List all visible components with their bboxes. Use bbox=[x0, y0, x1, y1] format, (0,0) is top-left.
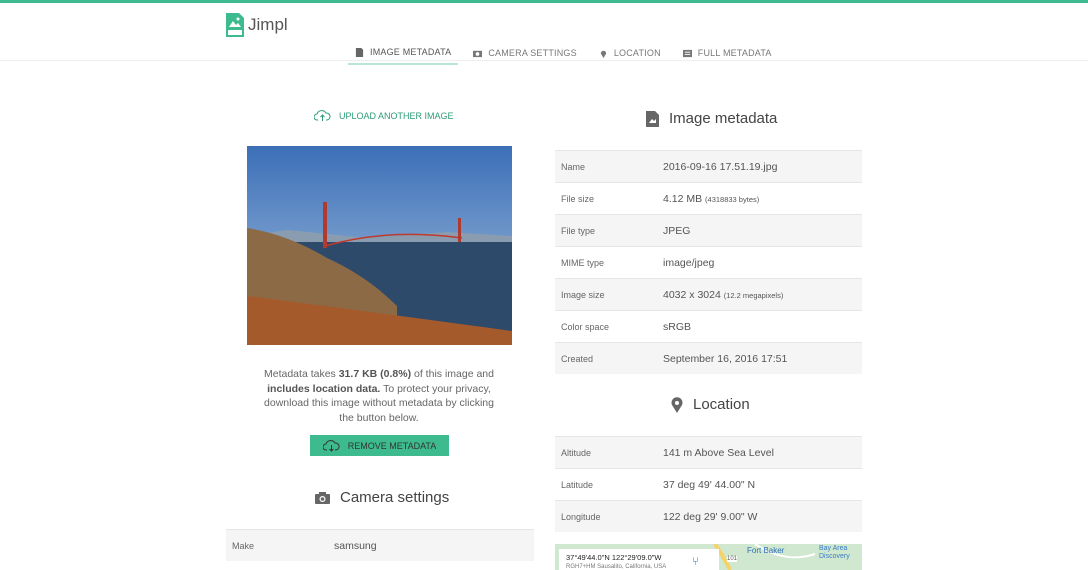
camera-settings-heading: Camera settings bbox=[315, 489, 449, 506]
tab-label: CAMERA SETTINGS bbox=[488, 48, 577, 58]
map-label: Fort Baker bbox=[747, 546, 785, 555]
table-row: File size 4.12 MB (4318833 bytes) bbox=[555, 182, 862, 214]
app-title: Jimpl bbox=[248, 15, 288, 34]
row-key: File type bbox=[561, 225, 596, 236]
file-image-icon bbox=[646, 110, 659, 127]
camera-settings-table: Make samsung bbox=[226, 529, 534, 561]
cloud-upload-icon bbox=[314, 110, 331, 121]
desc-text: of this image and bbox=[411, 368, 494, 380]
map-pin-icon bbox=[671, 396, 683, 413]
value-text: 2016-09-16 17.51.19.jpg bbox=[663, 160, 778, 173]
table-row: Name 2016-09-16 17.51.19.jpg bbox=[555, 150, 862, 182]
row-value: 122 deg 29' 9.00" W bbox=[663, 511, 757, 523]
heading-text: Camera settings bbox=[340, 489, 450, 506]
row-value: samsung bbox=[334, 539, 377, 552]
image-metadata-table: Name 2016-09-16 17.51.19.jpg File size 4.12… bbox=[555, 150, 862, 374]
tab-label: FULL METADATA bbox=[697, 48, 772, 58]
map-pin-icon bbox=[600, 50, 607, 58]
location-warning: includes location data. bbox=[267, 382, 381, 395]
table-row: Altitude 141 m Above Sea Level bbox=[555, 436, 862, 468]
row-key: MIME type bbox=[561, 257, 605, 268]
row-key: Name bbox=[561, 161, 586, 172]
table-row: File type JPEG bbox=[555, 214, 862, 246]
map-address: RGH7+HM Sausalito, California, USA bbox=[566, 564, 667, 570]
table-row: Created September 16, 2016 17:51 bbox=[555, 342, 862, 374]
row-value: September 16, 2016 17:51 bbox=[663, 353, 787, 365]
row-value: 2016-09-16 17.51.19.jpg bbox=[663, 161, 777, 173]
value-text: September 16, 2016 17:51 bbox=[663, 352, 788, 365]
tab-full-metadata[interactable]: FULL METADATA bbox=[676, 43, 779, 65]
row-key: File size bbox=[561, 193, 595, 204]
list-icon bbox=[682, 49, 692, 57]
tab-image-metadata[interactable]: IMAGE METADATA bbox=[348, 43, 459, 65]
camera-icon bbox=[473, 50, 483, 57]
remove-label: REMOVE METADATA bbox=[347, 440, 437, 451]
nav-tabs: IMAGE METADATA CAMERA SETTINGS LOCATION … bbox=[348, 43, 787, 65]
row-key: Longitude bbox=[561, 511, 601, 522]
row-value: sRGB bbox=[663, 321, 691, 333]
desc-text: Metadata takes bbox=[264, 368, 339, 380]
tab-label: IMAGE METADATA bbox=[370, 47, 452, 57]
row-value: image/jpeg bbox=[663, 257, 714, 269]
value-text: JPEG bbox=[663, 224, 691, 237]
camera-icon bbox=[315, 492, 330, 504]
value-note: (4318833 bytes) bbox=[705, 194, 760, 204]
map-label: 101 bbox=[727, 556, 738, 562]
header: Jimpl IMAGE METADATA CAMERA SETTINGS LOC… bbox=[0, 3, 1088, 65]
location-heading: Location bbox=[671, 396, 750, 413]
value-text: 37 deg 49' 44.00" N bbox=[663, 478, 756, 491]
row-key: Altitude bbox=[561, 447, 592, 458]
tab-label: LOCATION bbox=[613, 48, 661, 58]
logo-icon bbox=[226, 13, 244, 37]
map-label: Bay Area Discovery bbox=[819, 545, 850, 560]
upload-label: UPLOAD ANOTHER IMAGE bbox=[339, 110, 454, 121]
row-key: Color space bbox=[561, 321, 610, 332]
value-note: (12.2 megapixels) bbox=[723, 290, 784, 300]
directions-icon[interactable]: ⑂ bbox=[692, 554, 699, 568]
table-row: Latitude 37 deg 49' 44.00" N bbox=[555, 468, 862, 500]
file-icon bbox=[355, 47, 364, 57]
table-row: Make samsung bbox=[226, 529, 534, 561]
location-map[interactable]: Fort Baker Bay Area Discovery 101 37°49'… bbox=[555, 544, 862, 570]
value-text: sRGB bbox=[663, 320, 692, 333]
value-text: image/jpeg bbox=[663, 256, 715, 269]
value-text: 4.12 MB bbox=[663, 192, 703, 205]
heading-text: Image metadata bbox=[669, 110, 778, 127]
row-value: 37 deg 49' 44.00" N bbox=[663, 479, 755, 491]
value-text: 4032 x 3024 bbox=[663, 288, 721, 301]
metadata-description: Metadata takes 31.7 KB (0.8%) of this im… bbox=[262, 367, 496, 425]
remove-metadata-button[interactable]: REMOVE METADATA bbox=[310, 435, 449, 456]
row-key: Make bbox=[232, 540, 255, 551]
map-coords: 37°49'44.0"N 122°29'09.0"W bbox=[566, 553, 662, 562]
table-row: Longitude 122 deg 29' 9.00" W bbox=[555, 500, 862, 532]
uploaded-photo bbox=[247, 146, 512, 345]
map-info-card: 37°49'44.0"N 122°29'09.0"W RGH7+HM Sausa… bbox=[559, 549, 719, 570]
row-value: JPEG bbox=[663, 225, 690, 237]
value-text: 141 m Above Sea Level bbox=[663, 446, 774, 459]
heading-text: Location bbox=[693, 396, 750, 413]
row-value: 141 m Above Sea Level bbox=[663, 447, 774, 459]
row-key: Created bbox=[561, 353, 594, 364]
row-value: 4032 x 3024 (12.2 megapixels) bbox=[663, 289, 783, 301]
tab-camera-settings[interactable]: CAMERA SETTINGS bbox=[466, 43, 584, 65]
tab-location[interactable]: LOCATION bbox=[592, 43, 668, 65]
cloud-download-icon bbox=[322, 440, 340, 452]
upload-another-image-link[interactable]: UPLOAD ANOTHER IMAGE bbox=[314, 109, 454, 122]
row-value: 4.12 MB (4318833 bytes) bbox=[663, 193, 759, 205]
table-row: Image size 4032 x 3024 (12.2 megapixels) bbox=[555, 278, 862, 310]
value-text: 122 deg 29' 9.00" W bbox=[663, 510, 758, 523]
image-metadata-heading: Image metadata bbox=[646, 110, 777, 127]
row-key: Image size bbox=[561, 289, 605, 300]
metadata-size: 31.7 KB (0.8%) bbox=[338, 368, 412, 380]
table-row: MIME type image/jpeg bbox=[555, 246, 862, 278]
row-key: Latitude bbox=[561, 479, 594, 490]
table-row: Color space sRGB bbox=[555, 310, 862, 342]
location-table: Altitude 141 m Above Sea Level Latitude 37 … bbox=[555, 436, 862, 532]
logo[interactable]: Jimpl bbox=[226, 13, 288, 37]
